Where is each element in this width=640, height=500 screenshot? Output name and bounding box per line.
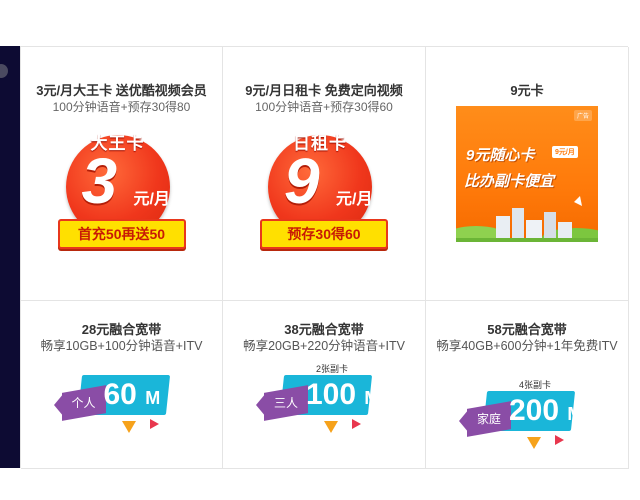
broadband-card-28[interactable]: 28元融合宽带 畅享10GB+100分钟语音+ITV 个人 60 M [21, 301, 223, 469]
broadband-speed-badge[interactable]: 2张副卡 三人 100 M [256, 361, 382, 451]
broadband-subtitle: 畅享20GB+220分钟语音+ITV [243, 339, 405, 353]
left-sidebar-strip [0, 46, 20, 468]
promo-price-unit: 元/月 [336, 191, 373, 208]
broadband-subtitle: 畅享40GB+600分钟+1年免费ITV [436, 339, 618, 353]
speed-value: 60 [103, 378, 137, 411]
broadband-subtitle: 畅享10GB+100分钟语音+ITV [40, 339, 203, 353]
badge-note: 4张副卡 [505, 378, 565, 391]
poster-price-tag: 9元/月 [552, 146, 578, 158]
city-skyline-icon [456, 196, 598, 242]
badge-audience: 个人 [71, 396, 96, 410]
broadband-title[interactable]: 58元融合宽带 [426, 319, 628, 338]
plan-subtitle: 100分钟语音+预存30得80 [52, 100, 191, 114]
badge-speed: 100 M [306, 375, 379, 418]
page: 3元/月大王卡 送优酷视频会员 100分钟语音+预存30得80 大王卡 3 元/… [0, 0, 640, 500]
plan-card-rizu[interactable]: 9元/月日租卡 免费定向视频 100分钟语音+预存30得60 日租卡 9 元/月… [223, 47, 426, 301]
plan-poster-image[interactable]: 广告 9元随心卡 9元/月 比办副卡便宜 [456, 106, 598, 242]
decor-triangle-red [352, 419, 361, 429]
speed-unit: M [145, 388, 161, 408]
decor-triangle-red [555, 435, 564, 445]
badge-audience: 家庭 [476, 412, 501, 426]
decor-triangle-orange [527, 437, 541, 449]
poster-ad-tag: 广告 [573, 110, 592, 121]
speed-unit: M [567, 404, 583, 424]
promo-price-unit: 元/月 [133, 191, 170, 208]
plan-title[interactable]: 9元卡 [426, 80, 628, 99]
promo-offer-banner: 首充50再送50 [57, 219, 186, 249]
speed-value: 100 [306, 378, 357, 411]
decor-triangle-orange [121, 421, 136, 433]
plan-card-dawang[interactable]: 3元/月大王卡 送优酷视频会员 100分钟语音+预存30得80 大王卡 3 元/… [21, 47, 223, 301]
broadband-title[interactable]: 28元融合宽带 [21, 319, 222, 338]
broadband-title[interactable]: 38元融合宽带 [223, 319, 425, 338]
broadband-card-58[interactable]: 58元融合宽带 畅享40GB+600分钟+1年免费ITV 4张副卡 家庭 200… [426, 301, 629, 469]
badge-speed: 200 M [509, 391, 582, 434]
broadband-card-38[interactable]: 38元融合宽带 畅享20GB+220分钟语音+ITV 2张副卡 三人 100 M [223, 301, 426, 469]
badge-note: 2张副卡 [302, 362, 362, 375]
plan-title[interactable]: 9元/月日租卡 免费定向视频 [223, 80, 425, 99]
decor-triangle-red [149, 419, 159, 429]
decor-triangle-orange [324, 421, 338, 433]
plan-subtitle: 100分钟语音+预存30得60 [255, 100, 393, 114]
plan-grid: 3元/月大王卡 送优酷视频会员 100分钟语音+预存30得80 大王卡 3 元/… [20, 46, 629, 469]
badge-speed: 60 M [104, 375, 161, 418]
plan-title[interactable]: 3元/月大王卡 送优酷视频会员 [21, 80, 222, 99]
broadband-speed-badge[interactable]: 个人 60 M [53, 361, 180, 451]
promo-price-number: 9 [284, 145, 320, 217]
poster-headline: 9元随心卡 [466, 147, 535, 164]
poster-slogan: 比办副卡便宜 [464, 173, 555, 190]
promo-price-number: 3 [81, 145, 118, 217]
plan-promo-badge[interactable]: 大王卡 3 元/月 首充50再送50 [52, 127, 192, 257]
broadband-speed-badge[interactable]: 4张副卡 家庭 200 M [459, 377, 585, 467]
promo-offer-banner: 预存30得60 [260, 219, 388, 249]
plan-promo-badge[interactable]: 日租卡 9 元/月 预存30得60 [254, 127, 394, 257]
speed-value: 200 [509, 394, 560, 427]
badge-audience: 三人 [273, 396, 298, 410]
plan-card-9yuan[interactable]: 9元卡 广告 9元随心卡 9元/月 比办副卡便宜 [426, 47, 629, 301]
speed-unit: M [364, 388, 380, 408]
